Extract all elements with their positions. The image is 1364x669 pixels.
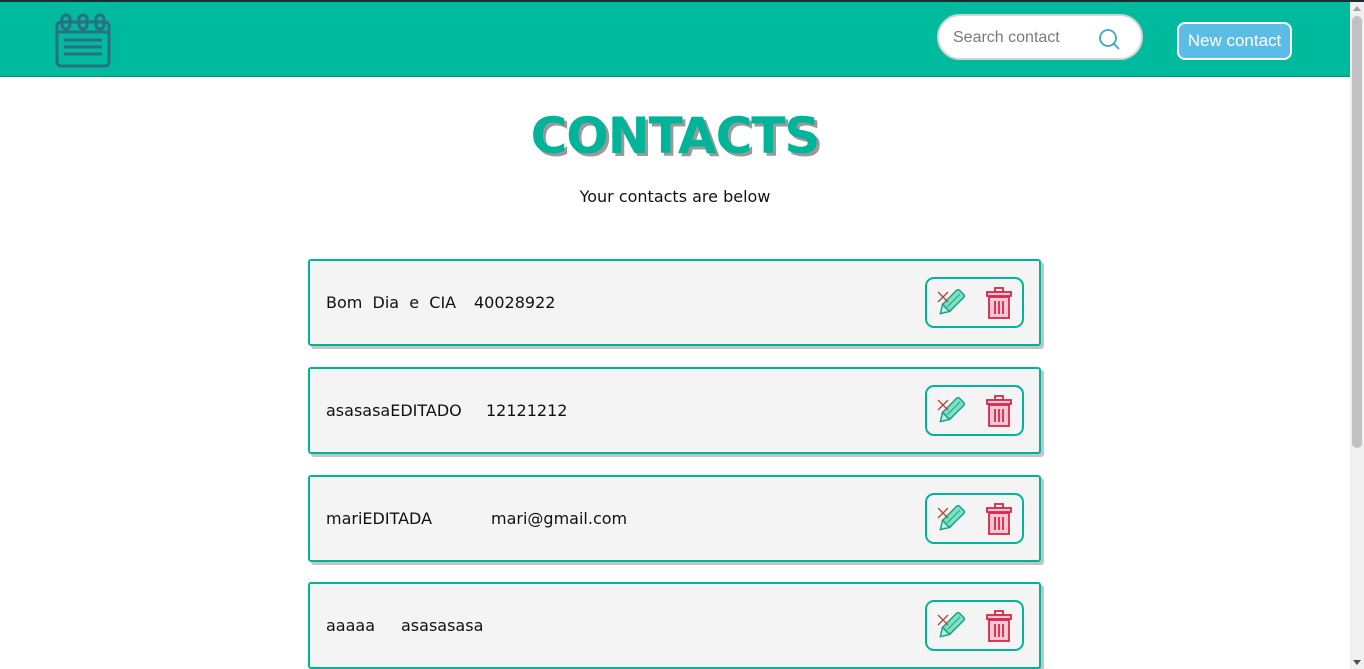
contact-name: asasasaEDITADO	[326, 401, 462, 420]
contact-actions	[925, 493, 1024, 544]
contact-card: Bom Dia e CIA 40028922	[308, 259, 1041, 346]
contact-info: asasasasa	[401, 616, 484, 635]
pencil-icon[interactable]	[935, 610, 967, 642]
contact-actions	[925, 385, 1024, 436]
trash-icon[interactable]	[985, 610, 1013, 642]
scroll-up-arrow-icon[interactable]	[1353, 6, 1361, 11]
search-box	[937, 14, 1143, 60]
page-title: CONTACTS	[530, 107, 821, 165]
scroll-down-arrow-icon[interactable]	[1353, 660, 1361, 665]
contact-actions	[925, 277, 1024, 328]
trash-icon[interactable]	[985, 287, 1013, 319]
scroll-thumb[interactable]	[1352, 16, 1362, 448]
vertical-scrollbar[interactable]	[1350, 2, 1364, 669]
new-contact-button[interactable]: New contact	[1177, 22, 1292, 60]
top-navbar: New contact	[0, 2, 1350, 77]
contact-info: 40028922	[474, 293, 556, 312]
search-input[interactable]	[951, 24, 1095, 52]
trash-icon[interactable]	[985, 503, 1013, 535]
contact-card: aaaaa asasasasa	[308, 582, 1041, 669]
contact-actions	[925, 600, 1024, 651]
pencil-icon[interactable]	[935, 287, 967, 319]
contact-name: aaaaa	[326, 616, 376, 635]
contact-card: asasasaEDITADO 12121212	[308, 367, 1041, 454]
contact-info: 12121212	[486, 401, 568, 420]
search-icon[interactable]	[1098, 28, 1120, 50]
page-subtitle: Your contacts are below	[579, 187, 771, 206]
trash-icon[interactable]	[985, 395, 1013, 427]
contact-card: mariEDITADA mari@gmail.com	[308, 475, 1041, 562]
pencil-icon[interactable]	[935, 395, 967, 427]
contact-info: mari@gmail.com	[491, 509, 628, 528]
contact-name: mariEDITADA	[326, 509, 433, 528]
pencil-icon[interactable]	[935, 503, 967, 535]
calendar-notebook-icon[interactable]	[54, 12, 112, 68]
contact-name: Bom Dia e CIA	[326, 293, 457, 312]
